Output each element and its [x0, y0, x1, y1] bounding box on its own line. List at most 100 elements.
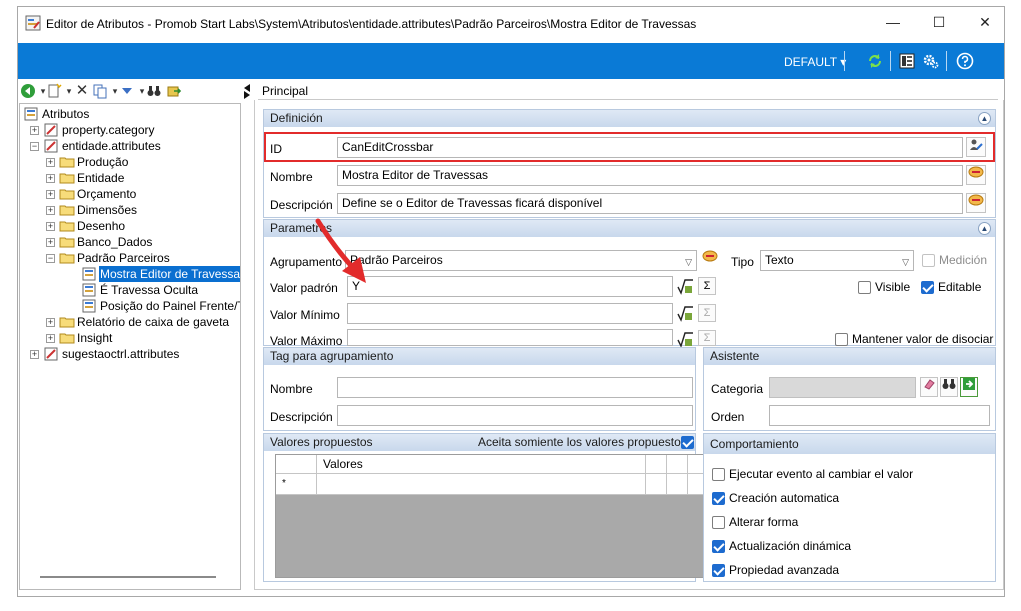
minimize-button[interactable]: —: [870, 7, 916, 37]
collapse-icon[interactable]: ▲: [978, 222, 991, 235]
profile-dropdown[interactable]: DEFAULT ▾: [784, 55, 846, 69]
expand-icon[interactable]: +: [30, 126, 39, 135]
export-icon[interactable]: [166, 83, 182, 99]
expand-icon[interactable]: +: [46, 238, 55, 247]
folder-open-icon: [59, 253, 75, 264]
grid-cell[interactable]: [317, 474, 646, 494]
grid-cell[interactable]: [646, 474, 667, 494]
valores-grid[interactable]: Valores *: [275, 454, 710, 578]
new-item-icon[interactable]: [46, 83, 62, 99]
grid-cell[interactable]: [667, 474, 688, 494]
sigma-button-disabled[interactable]: Σ: [698, 304, 716, 322]
comportamiento-group: Comportamiento Ejecutar evento al cambia…: [703, 433, 996, 582]
formula-icon[interactable]: [676, 278, 694, 296]
move-down-icon[interactable]: [119, 83, 135, 99]
clear-categoria-icon[interactable]: [920, 377, 938, 397]
help-icon[interactable]: [956, 52, 974, 70]
agrupamiento-select[interactable]: Padrão Parceiros ▽: [345, 250, 697, 271]
mantener-checkbox[interactable]: [835, 333, 848, 346]
top-toolbar: DEFAULT ▾: [18, 43, 1004, 79]
group-title: Valores propuestos: [270, 435, 373, 449]
folder-icon: [59, 237, 75, 248]
folder-icon: [59, 189, 75, 200]
propiedad-avanzada-checkbox[interactable]: [712, 564, 725, 577]
maximize-button[interactable]: ☐: [916, 7, 962, 37]
comportamiento-header: Comportamiento: [704, 434, 995, 454]
group-title: Definición: [270, 111, 323, 125]
grid-col: [646, 455, 667, 473]
search-categoria-icon[interactable]: [940, 377, 958, 397]
panel-splitter-arrow-icon[interactable]: [243, 83, 251, 99]
gear-icon[interactable]: [922, 52, 940, 70]
alterar-forma-checkbox[interactable]: [712, 516, 725, 529]
valor-minimo-field[interactable]: [347, 303, 673, 324]
attributes-tree[interactable]: Atributos + property.category − entidade…: [19, 103, 241, 590]
attribute-file-icon: [44, 347, 58, 361]
tipo-select[interactable]: Texto ▽: [760, 250, 914, 271]
expand-icon[interactable]: +: [46, 158, 55, 167]
tree-horizontal-scrollbar[interactable]: [40, 576, 216, 578]
tag-nombre-field[interactable]: [337, 377, 693, 398]
expand-icon[interactable]: +: [46, 206, 55, 215]
go-categoria-icon[interactable]: [960, 377, 978, 397]
valor-minimo-label: Valor Mínimo: [270, 308, 340, 322]
app-icon: [25, 15, 41, 31]
window-title: Editor de Atributos - Promob Start Labs\…: [46, 17, 697, 31]
sigma-button-disabled[interactable]: Σ: [698, 330, 716, 346]
collapse-icon[interactable]: −: [46, 254, 55, 263]
binoculars-icon[interactable]: [146, 83, 162, 99]
translate-descripcion-icon[interactable]: [966, 193, 986, 213]
creacion-automatica-checkbox[interactable]: [712, 492, 725, 505]
expand-icon[interactable]: +: [46, 222, 55, 231]
descripcion-label: Descripción: [270, 198, 333, 212]
grid-col-valores[interactable]: Valores: [317, 455, 646, 473]
formula-icon[interactable]: [676, 331, 694, 347]
attribute-item-icon: [82, 267, 96, 281]
tipo-label: Tipo: [731, 255, 754, 269]
grid-header: Valores: [276, 455, 709, 474]
ejecutar-evento-checkbox[interactable]: [712, 468, 725, 481]
tab-principal[interactable]: Principal: [262, 84, 308, 98]
translate-nombre-icon[interactable]: [966, 165, 986, 185]
collapse-icon[interactable]: ▲: [978, 112, 991, 125]
grid-new-row[interactable]: *: [276, 474, 709, 495]
toolbar-separator: [844, 51, 845, 71]
attribute-file-icon: [44, 139, 58, 153]
editable-checkbox[interactable]: [921, 281, 934, 294]
grid-view-icon[interactable]: [898, 52, 916, 70]
back-icon[interactable]: [20, 83, 36, 99]
delete-icon[interactable]: ✕: [74, 83, 90, 99]
refresh-icon[interactable]: [866, 52, 884, 70]
tree-item-label: Banco_Dados: [77, 235, 153, 249]
expand-icon[interactable]: +: [30, 350, 39, 359]
title-bar: Editor de Atributos - Promob Start Labs\…: [18, 7, 1004, 41]
sigma-button[interactable]: Σ: [698, 277, 716, 295]
actualizacion-dinamica-checkbox[interactable]: [712, 540, 725, 553]
tree-item-label: Orçamento: [77, 187, 137, 201]
folder-icon: [59, 205, 75, 216]
collapse-icon[interactable]: −: [30, 142, 39, 151]
editable-label: Editable: [938, 280, 982, 294]
nombre-label: Nombre: [270, 170, 313, 184]
expand-icon[interactable]: +: [46, 190, 55, 199]
close-button[interactable]: ✕: [962, 7, 1004, 37]
expand-icon[interactable]: +: [46, 318, 55, 327]
copy-icon[interactable]: [92, 83, 108, 99]
expand-icon[interactable]: +: [46, 174, 55, 183]
formula-icon[interactable]: [676, 305, 694, 323]
categoria-field[interactable]: [769, 377, 916, 398]
visible-checkbox[interactable]: [858, 281, 871, 294]
medicion-checkbox[interactable]: [922, 254, 935, 267]
translate-agrupamiento-icon[interactable]: [700, 250, 720, 270]
expand-icon[interactable]: +: [46, 334, 55, 343]
valores-header: Valores propuestos Aceita somiente los v…: [264, 434, 695, 451]
nombre-field[interactable]: Mostra Editor de Travessas: [337, 165, 963, 186]
orden-field[interactable]: [769, 405, 990, 426]
chevron-down-icon: ▽: [685, 257, 692, 267]
accept-only-proposed-checkbox[interactable]: [681, 436, 694, 449]
valor-padron-field[interactable]: Y: [347, 276, 673, 297]
tag-descripcion-field[interactable]: [337, 405, 693, 426]
descripcion-field[interactable]: Define se o Editor de Travessas ficará d…: [337, 193, 963, 214]
editor-window: Editor de Atributos - Promob Start Labs\…: [17, 6, 1005, 597]
valor-maximo-field[interactable]: [347, 329, 673, 346]
